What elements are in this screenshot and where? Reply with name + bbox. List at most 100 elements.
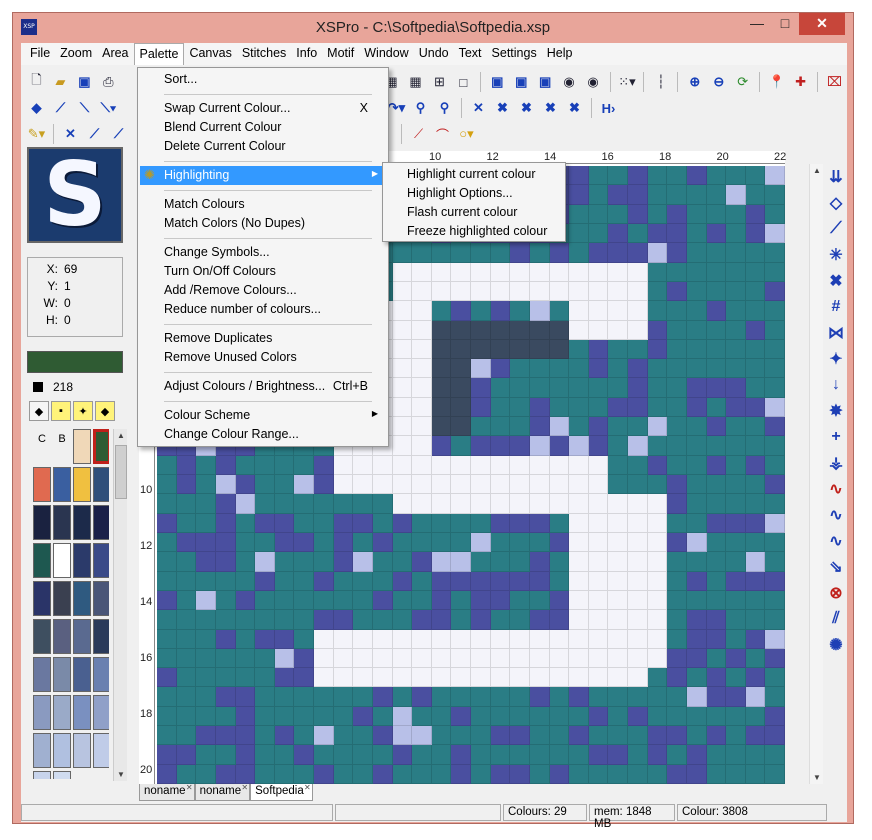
new-file-icon[interactable]: 🗋	[25, 71, 48, 93]
menu-item-match-no-dupes[interactable]: Match Colors (No Dupes)	[140, 214, 386, 233]
minimize-button[interactable]: —	[743, 13, 771, 35]
stitch-tree-icon[interactable]: ⚶	[826, 450, 846, 476]
colour-swatch[interactable]	[73, 733, 91, 768]
stitch-x-icon[interactable]: ✕	[467, 97, 490, 119]
menu-item-turn-on-off[interactable]: Turn On/Off Colours	[140, 262, 386, 281]
menu-info[interactable]: Info	[291, 43, 322, 65]
colour-swatch[interactable]	[93, 695, 109, 730]
symbol-star-yellow-icon[interactable]: ✦	[73, 401, 93, 421]
stitch-x-circle-icon[interactable]: ⊗	[826, 580, 846, 606]
colour-swatch[interactable]	[33, 657, 51, 692]
needle-icon[interactable]: ⟋	[49, 97, 72, 119]
scroll-up-icon[interactable]: ▲	[114, 431, 128, 440]
colour-swatch[interactable]	[33, 505, 51, 540]
tab-close-icon[interactable]: ✕	[186, 783, 193, 792]
colour-swatch[interactable]	[93, 619, 109, 654]
select-circle-icon[interactable]: ◉	[558, 71, 581, 93]
symbol-square-yellow-icon[interactable]: ▪	[51, 401, 71, 421]
needle-multi-icon[interactable]: ⟍▾	[97, 97, 120, 119]
stitch-burst-icon[interactable]: ✸	[826, 398, 846, 424]
stitch-cross-icon[interactable]: ✖	[826, 268, 846, 294]
symbol-diamond-yellow-icon[interactable]: ◆	[95, 401, 115, 421]
menu-item-remove-duplicates[interactable]: Remove Duplicates	[140, 329, 386, 348]
stitch-xx-icon[interactable]: ✖	[491, 97, 514, 119]
square-outline-icon[interactable]: □	[452, 71, 475, 93]
colour-swatch[interactable]	[33, 771, 51, 779]
stitch-hash-icon[interactable]: #	[826, 294, 846, 320]
colour-swatch[interactable]	[93, 657, 109, 692]
title-bar[interactable]: XSP XSPro - C:\Softpedia\Softpedia.xsp —…	[13, 13, 853, 43]
palette-scrollbar[interactable]: ▲ ▼	[113, 429, 127, 781]
stitch-arrow-diag-icon[interactable]: ⇘	[826, 554, 846, 580]
current-colour-bar[interactable]	[27, 351, 123, 373]
dots-grid-icon[interactable]: ⁙▾	[616, 71, 639, 93]
save-icon[interactable]: ▣	[73, 71, 96, 93]
menu-item-colour-scheme[interactable]: Colour Scheme ▶	[140, 406, 386, 425]
symbol-diamond-icon[interactable]: ◆	[29, 401, 49, 421]
colour-swatch[interactable]	[53, 657, 71, 692]
menu-zoom[interactable]: Zoom	[55, 43, 97, 65]
menu-undo[interactable]: Undo	[414, 43, 454, 65]
stitch-arrow-down-icon[interactable]: ⇊	[826, 164, 846, 190]
submenu-flash-current[interactable]: Flash current colour	[385, 203, 563, 222]
colour-swatch[interactable]	[93, 467, 109, 502]
colour-swatch[interactable]	[73, 619, 91, 654]
menu-motif[interactable]: Motif	[322, 43, 359, 65]
stitch-wave-red-icon[interactable]: ∿	[826, 476, 846, 502]
menu-item-reduce[interactable]: Reduce number of colours...	[140, 300, 386, 319]
refresh-icon[interactable]: ⟳	[731, 71, 754, 93]
colour-swatch[interactable]	[33, 467, 51, 502]
canvas-scrollbar[interactable]: ▲ ▼	[809, 164, 823, 784]
stitch-wave-icon[interactable]: ∿	[826, 502, 846, 528]
colour-swatch[interactable]	[73, 543, 91, 578]
stitch-down-icon[interactable]: ↓	[826, 372, 846, 398]
bead-icon[interactable]: ⚲	[409, 97, 432, 119]
menu-item-blend-colour[interactable]: Blend Current Colour	[140, 118, 386, 137]
colour-swatch[interactable]	[53, 695, 71, 730]
menu-item-swap-colour[interactable]: Swap Current Colour... X	[140, 99, 386, 118]
colour-swatch[interactable]	[33, 695, 51, 730]
palette-scroll-thumb[interactable]	[115, 445, 127, 499]
preview-thumbnail[interactable]: S	[27, 147, 123, 243]
menu-text[interactable]: Text	[454, 43, 487, 65]
select-inner-icon[interactable]: ▣	[534, 71, 557, 93]
pin-alt-icon[interactable]: ✚	[789, 71, 812, 93]
submenu-highlight-current[interactable]: Highlight current colour	[385, 165, 563, 184]
zoom-out-icon[interactable]: ⊖	[707, 71, 730, 93]
print-icon[interactable]: ⎙	[97, 71, 120, 93]
menu-canvas[interactable]: Canvas	[184, 43, 236, 65]
stitch-diamond-icon[interactable]: ◇	[826, 190, 846, 216]
colour-swatch[interactable]	[53, 543, 71, 578]
tab-close-icon[interactable]: ✕	[241, 783, 248, 792]
open-folder-icon[interactable]: ▰	[49, 71, 72, 93]
stitch-wave-alt-icon[interactable]: ∿	[826, 528, 846, 554]
select-rect-icon[interactable]: ▣	[486, 71, 509, 93]
tab-close-icon[interactable]: ✕	[304, 783, 311, 792]
colour-swatch[interactable]	[93, 429, 109, 464]
menu-help[interactable]: Help	[542, 43, 578, 65]
doc-tab-softpedia[interactable]: Softpedia ✕	[250, 783, 313, 801]
grid-large-icon[interactable]: ⊞	[428, 71, 451, 93]
crop-icon[interactable]: ⌧	[823, 71, 846, 93]
stitch-diagonal-icon[interactable]: ⟋	[826, 216, 846, 242]
colour-swatch[interactable]	[73, 505, 91, 540]
menu-item-change-symbols[interactable]: Change Symbols...	[140, 243, 386, 262]
select-circle-alt-icon[interactable]: ◉	[582, 71, 605, 93]
colour-swatch[interactable]	[73, 429, 91, 464]
bead-alt-icon[interactable]: ⚲	[433, 97, 456, 119]
colour-swatch[interactable]	[53, 505, 71, 540]
curve-tool-icon[interactable]: ⌒	[431, 123, 454, 145]
needle-alt-icon[interactable]: ⟍	[73, 97, 96, 119]
colour-swatch[interactable]	[93, 733, 109, 768]
line-tool-icon[interactable]: ⟋	[407, 123, 430, 145]
colour-swatch[interactable]	[53, 733, 71, 768]
menu-item-adjust-colours[interactable]: Adjust Colours / Brightness... Ctrl+B	[140, 377, 386, 396]
stitch-cross-icon[interactable]: ✖	[515, 97, 538, 119]
colour-swatch[interactable]	[33, 733, 51, 768]
colour-swatch[interactable]	[33, 543, 51, 578]
menu-file[interactable]: File	[25, 43, 55, 65]
menu-settings[interactable]: Settings	[487, 43, 542, 65]
scroll-down-icon[interactable]: ▼	[114, 770, 128, 779]
submenu-freeze-highlighted[interactable]: Freeze highlighted colour	[385, 222, 563, 241]
colour-swatch[interactable]	[73, 467, 91, 502]
